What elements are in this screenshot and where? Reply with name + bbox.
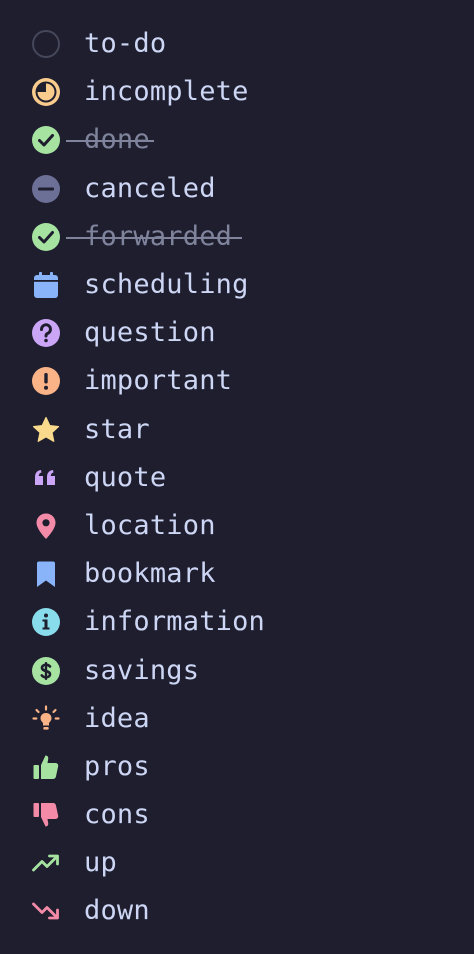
check-circle-icon [31, 222, 61, 252]
exclamation-circle-icon [31, 366, 61, 396]
list-item-label: incomplete [84, 76, 249, 108]
list-item-label: done [84, 124, 150, 156]
info-circle-icon [31, 607, 61, 637]
list-item-information[interactable]: information [0, 598, 474, 646]
list-item-incomplete[interactable]: incomplete [0, 68, 474, 116]
list-item-todo[interactable]: to-do [0, 20, 474, 68]
list-item-bookmark[interactable]: bookmark [0, 550, 474, 598]
minus-circle-icon [31, 174, 61, 204]
quote-icon [31, 463, 61, 493]
list-item-done[interactable]: done [0, 116, 474, 164]
list-item-pros[interactable]: pros [0, 743, 474, 791]
list-item-scheduling[interactable]: scheduling [0, 261, 474, 309]
half-circle-icon [31, 77, 61, 107]
trend-up-icon [31, 848, 61, 878]
list-item-down[interactable]: down [0, 887, 474, 935]
list-item-question[interactable]: question [0, 309, 474, 357]
list-item-label: bookmark [84, 558, 216, 590]
check-circle-icon [31, 125, 61, 155]
list-item-label: star [84, 413, 150, 445]
list-item-savings[interactable]: savings [0, 646, 474, 694]
dollar-circle-icon [31, 656, 61, 686]
list-item-label: information [84, 606, 266, 638]
list-item-important[interactable]: important [0, 357, 474, 405]
thumbs-down-icon [31, 800, 61, 830]
list-item-label: forwarded [84, 220, 233, 252]
list-item-quote[interactable]: quote [0, 454, 474, 502]
lightbulb-icon [31, 704, 61, 734]
list-item-label: scheduling [84, 268, 249, 300]
list-item-label: cons [84, 798, 150, 830]
list-item-label: to-do [84, 27, 167, 59]
trend-down-icon [31, 896, 61, 926]
list-item-canceled[interactable]: canceled [0, 165, 474, 213]
bookmark-icon [31, 559, 61, 589]
list-item-label: canceled [84, 172, 216, 204]
list-item-label: down [84, 895, 150, 927]
list-item-star[interactable]: star [0, 406, 474, 454]
question-circle-icon [31, 318, 61, 348]
list-item-idea[interactable]: idea [0, 695, 474, 743]
list-item-label: pros [84, 750, 150, 782]
list-item-label: location [84, 509, 216, 541]
calendar-icon [31, 270, 61, 300]
list-item-up[interactable]: up [0, 839, 474, 887]
list-item-label: idea [84, 702, 150, 734]
empty-circle-icon [31, 29, 61, 59]
list-item-label: question [84, 317, 216, 349]
checkbox-legend-list: to-do incomplete done canceled forwarded… [0, 20, 474, 936]
list-item-label: up [84, 847, 117, 879]
map-pin-icon [31, 511, 61, 541]
list-item-cons[interactable]: cons [0, 791, 474, 839]
list-item-forwarded[interactable]: forwarded [0, 213, 474, 261]
list-item-label: important [84, 365, 233, 397]
list-item-label: savings [84, 654, 200, 686]
star-icon [31, 415, 61, 445]
thumbs-up-icon [31, 752, 61, 782]
list-item-location[interactable]: location [0, 502, 474, 550]
list-item-label: quote [84, 461, 167, 493]
